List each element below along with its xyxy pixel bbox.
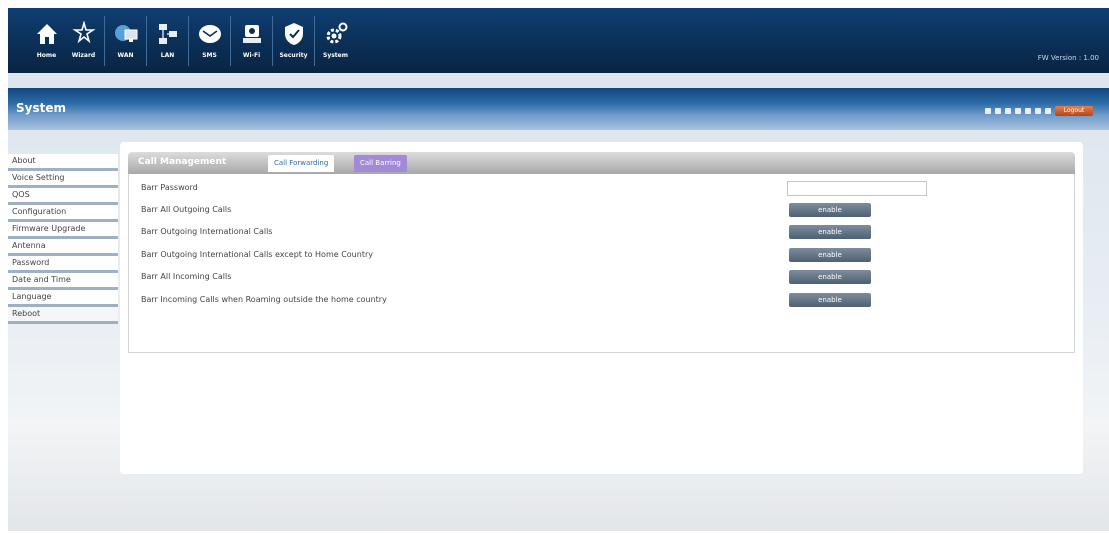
sidebar-item-voice-setting[interactable]: Voice Setting [8, 171, 118, 188]
home-icon [33, 18, 61, 50]
nav-divider [230, 16, 231, 66]
nav-system-label: System [323, 52, 348, 59]
message-icon [1045, 108, 1051, 114]
nav-home-label: Home [36, 52, 57, 59]
nav-security-label: Security [279, 52, 308, 59]
panel-tab-bar: Call Management Call Forwarding Call Bar… [128, 152, 1075, 174]
barr-all-incoming-enable-button[interactable]: enable [789, 270, 871, 284]
nav-wifi-label: Wi-Fi [242, 52, 261, 59]
barr-outgoing-international-except-home-enable-button[interactable]: enable [789, 248, 871, 262]
sidebar-item-language[interactable]: Language [8, 290, 118, 307]
sidebar-item-qos[interactable]: QOS [8, 188, 118, 205]
nav-wizard[interactable]: Wizard [67, 14, 100, 68]
nav-system[interactable]: System [319, 14, 352, 68]
logout-button[interactable]: Logout [1055, 106, 1093, 116]
phone-status-icon [1035, 108, 1041, 114]
barr-password-label: Barr Password [141, 183, 198, 192]
nav-wizard-label: Wizard [71, 52, 96, 59]
tab-call-barring[interactable]: Call Barring [354, 155, 407, 172]
sidebar-item-date-and-time[interactable]: Date and Time [8, 273, 118, 290]
nav-divider [104, 16, 105, 66]
sidebar-item-firmware-upgrade[interactable]: Firmware Upgrade [8, 222, 118, 239]
barr-incoming-roaming-label: Barr Incoming Calls when Roaming outside… [141, 295, 387, 304]
main-panel: Call Management Call Forwarding Call Bar… [120, 142, 1083, 474]
top-nav-icons: Home Wizard WAN LAN SMS Wi-Fi Security S… [30, 14, 356, 68]
barr-all-incoming-label: Barr All Incoming Calls [141, 272, 232, 281]
firmware-version: FW Version : 1.00 [1037, 54, 1099, 62]
panel-title: Call Management [138, 157, 227, 167]
data-transfer-icon [1005, 108, 1011, 114]
network-status-icon [985, 108, 991, 114]
sim-icon [1025, 108, 1031, 114]
wizard-icon [70, 18, 98, 50]
nav-divider [314, 16, 315, 66]
nav-wan[interactable]: WAN [109, 14, 142, 68]
gear-icon [322, 18, 350, 50]
nav-divider [188, 16, 189, 66]
nav-wifi[interactable]: Wi-Fi [235, 14, 268, 68]
tab-call-forwarding[interactable]: Call Forwarding [268, 155, 335, 172]
wifi-status-icon [1015, 108, 1021, 114]
wan-icon [112, 18, 140, 50]
nav-wan-label: WAN [117, 52, 134, 59]
section-header: System Logout [8, 88, 1109, 130]
sidebar-menu: About Voice Setting QOS Configuration Fi… [8, 154, 118, 324]
nav-lan-label: LAN [160, 52, 175, 59]
barr-password-input[interactable] [787, 181, 927, 196]
nav-sms-label: SMS [202, 52, 217, 59]
section-title: System [16, 101, 66, 115]
nav-divider [272, 16, 273, 66]
barr-incoming-roaming-enable-button[interactable]: enable [789, 293, 871, 307]
sidebar-item-configuration[interactable]: Configuration [8, 205, 118, 222]
signal-icon [995, 108, 1001, 114]
shield-icon [280, 18, 308, 50]
nav-home[interactable]: Home [30, 14, 63, 68]
sidebar-item-about[interactable]: About [8, 154, 118, 171]
sidebar-item-reboot[interactable]: Reboot [8, 307, 118, 324]
sidebar-item-password[interactable]: Password [8, 256, 118, 273]
top-navigation-bar: Home Wizard WAN LAN SMS Wi-Fi Security S… [8, 8, 1109, 73]
wifi-icon [238, 18, 266, 50]
barr-all-outgoing-enable-button[interactable]: enable [789, 203, 871, 217]
barr-outgoing-international-enable-button[interactable]: enable [789, 225, 871, 239]
router-admin-frame: Home Wizard WAN LAN SMS Wi-Fi Security S… [8, 8, 1109, 531]
status-icons: Logout [985, 106, 1093, 116]
call-barring-form: Barr Password Barr All Outgoing Calls en… [128, 174, 1075, 353]
lan-icon [154, 18, 182, 50]
nav-lan[interactable]: LAN [151, 14, 184, 68]
nav-divider [146, 16, 147, 66]
sms-icon [196, 18, 224, 50]
barr-all-outgoing-label: Barr All Outgoing Calls [141, 205, 232, 214]
barr-outgoing-international-label: Barr Outgoing International Calls [141, 227, 273, 236]
barr-outgoing-international-except-home-label: Barr Outgoing International Calls except… [141, 250, 373, 259]
nav-security[interactable]: Security [277, 14, 310, 68]
sidebar-item-antenna[interactable]: Antenna [8, 239, 118, 256]
nav-sms[interactable]: SMS [193, 14, 226, 68]
